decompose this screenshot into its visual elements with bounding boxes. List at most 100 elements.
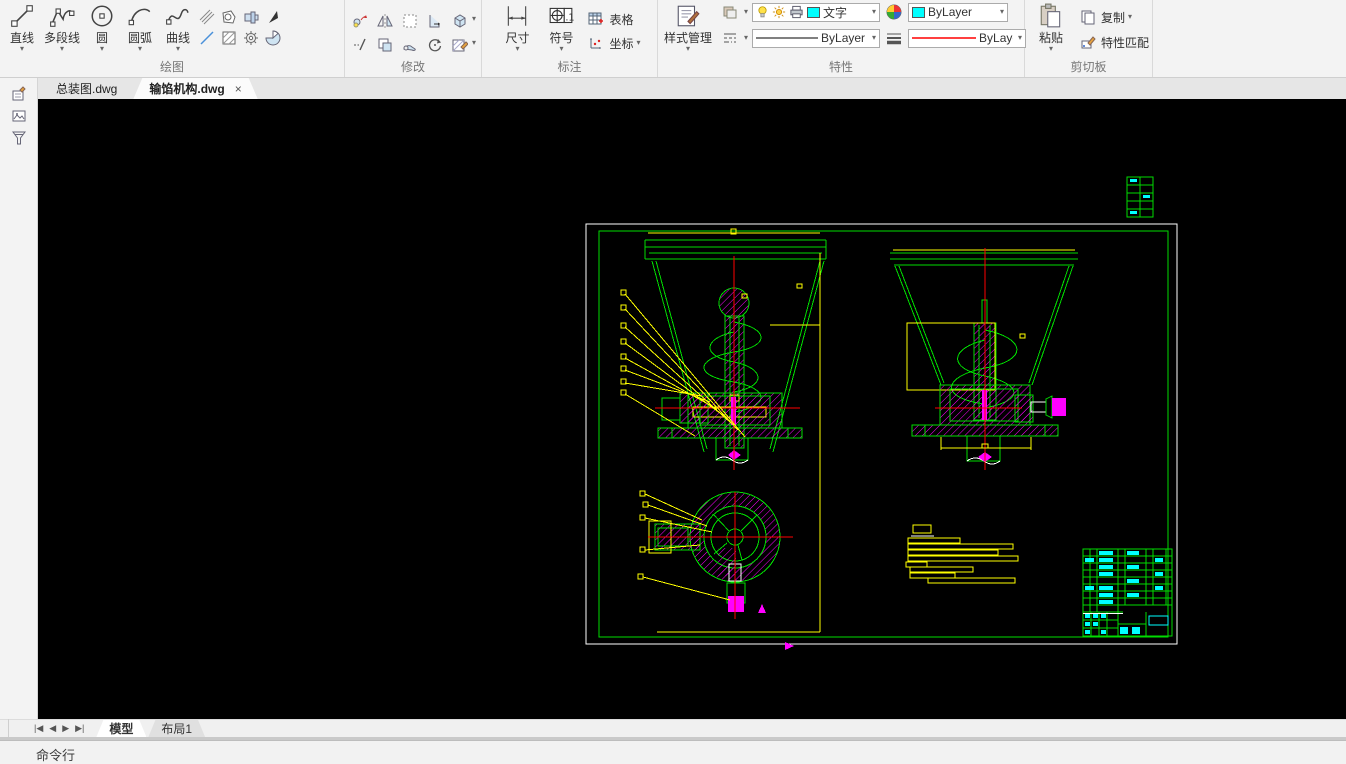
arc-icon [124, 1, 156, 31]
layer-name: 文字 [823, 4, 847, 21]
circle-label: 圆 [96, 31, 108, 45]
panel-modify-title: 修改 [348, 60, 478, 77]
spline-caret[interactable]: ▾ [176, 45, 180, 53]
copy-caret[interactable]: ▾ [1128, 13, 1132, 21]
lineweight-combo[interactable]: ByLayer ▾ [908, 29, 1026, 48]
dimension-button[interactable]: 尺寸 ▾ [498, 1, 536, 53]
stretch-icon[interactable] [400, 35, 420, 55]
doc-tab-feeder[interactable]: 输馅机构.dwg × [133, 78, 257, 99]
symbol-button[interactable]: .1 符号 ▾ [542, 1, 580, 53]
pick-arrow-icon[interactable] [263, 7, 283, 27]
array-caret[interactable]: ▾ [472, 15, 476, 23]
dimension-caret[interactable]: ▾ [515, 45, 519, 53]
palette-properties-icon[interactable] [8, 84, 30, 104]
command-line-panel[interactable]: 命令行 [0, 737, 1346, 764]
arc-caret[interactable]: ▾ [138, 45, 142, 53]
line-label: 直线 [10, 31, 34, 45]
paste-button[interactable]: 粘贴 ▾ [1032, 1, 1070, 53]
offset-icon[interactable] [375, 35, 395, 55]
lineweight-preview [912, 35, 976, 41]
draw-small-tools [197, 7, 283, 48]
lineweight-combo-caret[interactable]: ▾ [1018, 34, 1022, 42]
paste-caret[interactable]: ▾ [1049, 45, 1053, 53]
multiline-icon[interactable] [197, 7, 217, 27]
color-wheel-icon[interactable] [884, 2, 904, 22]
symbol-label: 符号 [549, 31, 573, 45]
pie-icon[interactable] [263, 28, 283, 48]
style-manager-label: 样式管理 [664, 31, 712, 45]
spline-button[interactable]: 曲线 ▾ [159, 1, 197, 53]
doc-tab-close-icon[interactable]: × [235, 82, 242, 96]
region-icon[interactable] [219, 7, 239, 27]
drawing-canvas[interactable]: .sg{stroke:var(--cad-green);fill:none;st… [38, 99, 1346, 719]
color-combo[interactable]: ByLayer ▾ [908, 3, 1008, 22]
linetype-preview [756, 35, 818, 41]
first-sheet-button[interactable]: |◀ [34, 723, 43, 734]
model-tab[interactable]: 模型 [96, 720, 146, 737]
ribbon: 直线 ▾ 多段线 ▾ 圆 ▾ [0, 0, 1346, 78]
layer-tool-caret[interactable]: ▾ [744, 8, 748, 16]
coordinate-caret[interactable]: ▾ [637, 39, 641, 47]
linetype-tool-caret[interactable]: ▾ [744, 34, 748, 42]
panel-annotate-title: 标注 [485, 60, 654, 77]
spline-icon [162, 1, 194, 31]
style-manager-button[interactable]: 样式管理 ▾ [661, 1, 715, 53]
rotate-icon[interactable] [425, 35, 445, 55]
arc-button[interactable]: 圆弧 ▾ [121, 1, 159, 53]
polyline-caret[interactable]: ▾ [60, 45, 64, 53]
gear-icon[interactable] [241, 28, 261, 48]
erase-icon[interactable] [350, 35, 370, 55]
layout1-tab[interactable]: 布局1 [148, 720, 205, 737]
table-button[interactable]: 表格 [586, 9, 640, 29]
panel-clipboard: 粘贴 ▾ 复制 ▾ 特性匹配 剪切板 [1025, 0, 1153, 77]
lineweight-value: ByLayer [979, 31, 1013, 45]
move-icon[interactable] [350, 11, 370, 31]
palette-filter-icon[interactable] [8, 128, 30, 148]
edit-hatch-caret[interactable]: ▾ [472, 39, 476, 47]
copy-button[interactable]: 复制 ▾ [1078, 7, 1149, 27]
lineweight-tool-icon[interactable] [884, 28, 904, 48]
panel-draw: 直线 ▾ 多段线 ▾ 圆 ▾ [0, 0, 345, 77]
line-caret[interactable]: ▾ [20, 45, 24, 53]
style-manager-caret[interactable]: ▾ [686, 45, 690, 53]
current-color-swatch [912, 7, 925, 18]
mirror-icon[interactable] [375, 11, 395, 31]
layer-combo-caret[interactable]: ▾ [872, 8, 876, 16]
prev-sheet-button[interactable]: ◀ [49, 723, 56, 734]
layer-combo[interactable]: 文字 ▾ [752, 3, 880, 22]
construction-line-icon[interactable] [197, 28, 217, 48]
left-tool-strip [0, 78, 38, 719]
color-combo-caret[interactable]: ▾ [1000, 8, 1004, 16]
doc-tab-assembly[interactable]: 总装图.dwg [40, 78, 133, 99]
polyline-button[interactable]: 多段线 ▾ [41, 1, 83, 53]
match-properties-button[interactable]: 特性匹配 [1078, 32, 1149, 52]
linetype-combo-caret[interactable]: ▾ [872, 34, 876, 42]
doc-tab-feeder-label: 输馅机构.dwg [149, 80, 224, 97]
edit-hatch-icon[interactable] [450, 35, 470, 55]
match-properties-icon [1078, 32, 1098, 52]
array-icon[interactable] [400, 11, 420, 31]
last-sheet-button[interactable]: ▶| [75, 723, 84, 734]
panel-properties-title: 特性 [661, 60, 1021, 77]
next-sheet-button[interactable]: ▶ [62, 723, 69, 734]
plan-view [638, 491, 793, 619]
explode-icon[interactable] [450, 11, 470, 31]
circle-caret[interactable]: ▾ [100, 45, 104, 53]
ribbon-filler [1153, 0, 1346, 77]
application-window: 直线 ▾ 多段线 ▾ 圆 ▾ [0, 0, 1346, 764]
polyline-icon [46, 1, 78, 31]
hatch-icon[interactable] [219, 28, 239, 48]
linetype-tool-icon[interactable] [720, 28, 740, 48]
palette-image-icon[interactable] [8, 106, 30, 126]
trim-icon[interactable] [425, 11, 445, 31]
circle-button[interactable]: 圆 ▾ [83, 1, 121, 53]
layer-tool-icon[interactable] [720, 2, 740, 22]
coordinate-button[interactable]: 坐标 ▾ [586, 33, 640, 53]
table-label: 表格 [609, 11, 633, 28]
linetype-combo[interactable]: ByLayer ▾ [752, 29, 880, 48]
copy-label: 复制 [1101, 9, 1125, 26]
symbol-caret[interactable]: ▾ [559, 45, 563, 53]
line-button[interactable]: 直线 ▾ [3, 1, 41, 53]
panel-annotate-content: 尺寸 ▾ .1 符号 ▾ 表格 坐 [485, 0, 654, 60]
boss-icon[interactable] [241, 7, 261, 27]
